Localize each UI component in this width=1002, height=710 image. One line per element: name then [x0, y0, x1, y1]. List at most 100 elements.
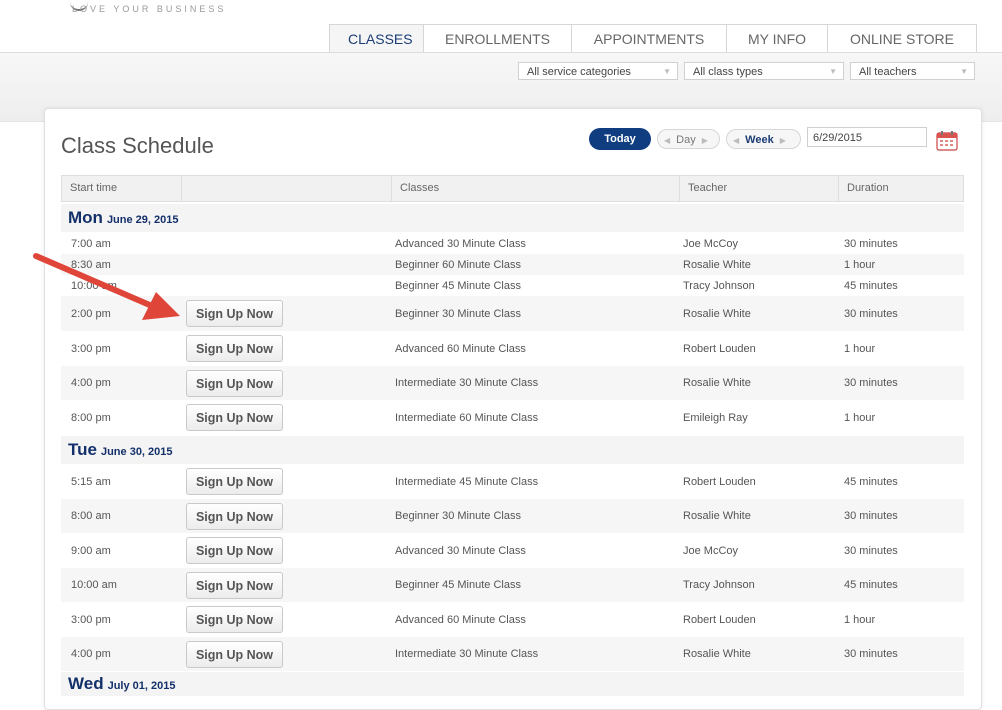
- row-time: 8:00 pm: [71, 411, 111, 424]
- row-class: Beginner 30 Minute Class: [395, 510, 521, 522]
- tab-appointments[interactable]: APPOINTMENTS: [571, 24, 727, 52]
- row-duration: 1 hour: [844, 411, 876, 424]
- column-classes: Classes: [392, 176, 680, 201]
- annotation-arrow-icon: [33, 253, 180, 320]
- row-duration: 1 hour: [844, 258, 876, 271]
- row-time: 3:00 pm: [71, 613, 111, 626]
- chevron-down-icon: ▼: [960, 67, 968, 76]
- row-duration: 1 hour: [844, 613, 876, 626]
- week-view-button[interactable]: ◀ Week ▶: [726, 129, 801, 149]
- chevron-right-icon: ▶: [701, 136, 708, 145]
- row-teacher: Tracy Johnson: [683, 279, 755, 292]
- tab-classes[interactable]: CLASSES: [329, 24, 424, 52]
- table-row: 8:30 am Beginner 60 Minute Class Rosalie…: [61, 254, 964, 275]
- table-row: 9:00 am Sign Up Now Advanced 30 Minute C…: [61, 533, 964, 568]
- row-class: Beginner 45 Minute Class: [395, 579, 521, 591]
- sign-up-button[interactable]: Sign Up Now: [186, 572, 283, 599]
- row-time: 9:00 am: [71, 544, 111, 557]
- service-category-value: All service categories: [527, 66, 631, 78]
- row-duration: 45 minutes: [844, 579, 898, 591]
- row-duration: 30 minutes: [844, 237, 898, 250]
- sign-up-button[interactable]: Sign Up Now: [186, 404, 283, 431]
- day-view-button[interactable]: ◀ Day ▶: [657, 129, 720, 149]
- row-teacher: Robert Louden: [683, 342, 756, 355]
- service-category-select[interactable]: All service categories ▼: [518, 62, 678, 80]
- tab-my-info[interactable]: MY INFO: [726, 24, 828, 52]
- row-teacher: Emileigh Ray: [683, 411, 748, 424]
- day-view-label: Day: [676, 134, 696, 146]
- table-row: 4:00 pm Sign Up Now Intermediate 30 Minu…: [61, 637, 964, 671]
- day-header-mon: Mon June 29, 2015: [61, 204, 964, 232]
- row-time: 8:00 am: [71, 510, 111, 522]
- teacher-value: All teachers: [859, 66, 917, 78]
- column-start-time: Start time: [62, 176, 182, 201]
- row-teacher: Rosalie White: [683, 377, 751, 389]
- today-button[interactable]: Today: [589, 128, 651, 150]
- day-name: Mon: [68, 208, 103, 227]
- tab-enrollments[interactable]: ENROLLMENTS: [423, 24, 572, 52]
- row-class: Intermediate 30 Minute Class: [395, 377, 539, 389]
- row-teacher: Robert Louden: [683, 613, 756, 626]
- row-duration: 45 minutes: [844, 279, 898, 292]
- sign-up-button[interactable]: Sign Up Now: [186, 370, 283, 397]
- day-name: Tue: [68, 440, 97, 459]
- sign-up-button[interactable]: Sign Up Now: [186, 300, 283, 327]
- chevron-right-icon: ▶: [779, 136, 786, 145]
- row-time: 5:15 am: [71, 475, 111, 488]
- table-row: 3:00 pm Sign Up Now Advanced 60 Minute C…: [61, 602, 964, 637]
- sign-up-button[interactable]: Sign Up Now: [186, 537, 283, 564]
- row-class: Intermediate 45 Minute Class: [395, 475, 539, 488]
- sign-up-button[interactable]: Sign Up Now: [186, 641, 283, 668]
- row-teacher: Joe McCoy: [683, 237, 739, 250]
- sign-up-button[interactable]: Sign Up Now: [186, 606, 283, 633]
- sign-up-button[interactable]: Sign Up Now: [186, 468, 283, 495]
- row-teacher: Rosalie White: [683, 307, 751, 320]
- row-duration: 30 minutes: [844, 648, 898, 660]
- row-class: Advanced 30 Minute Class: [395, 237, 526, 250]
- row-teacher: Rosalie White: [683, 510, 751, 522]
- main-nav-tabs: CLASSES ENROLLMENTS APPOINTMENTS MY INFO…: [329, 24, 977, 52]
- table-row: 4:00 pm Sign Up Now Intermediate 30 Minu…: [61, 366, 964, 400]
- row-class: Beginner 45 Minute Class: [395, 279, 521, 292]
- row-teacher: Tracy Johnson: [683, 579, 755, 591]
- teacher-select[interactable]: All teachers ▼: [850, 62, 975, 80]
- row-class: Beginner 30 Minute Class: [395, 307, 521, 320]
- table-row: 8:00 pm Sign Up Now Intermediate 60 Minu…: [61, 400, 964, 435]
- row-time: 4:00 pm: [71, 648, 111, 660]
- sign-up-button[interactable]: Sign Up Now: [186, 503, 283, 530]
- table-row: 7:00 am Advanced 30 Minute Class Joe McC…: [61, 233, 964, 254]
- day-date: July 01, 2015: [107, 680, 176, 692]
- day-date: June 30, 2015: [100, 446, 173, 458]
- sign-up-button[interactable]: Sign Up Now: [186, 335, 283, 362]
- row-duration: 30 minutes: [844, 510, 898, 522]
- table-row: 5:15 am Sign Up Now Intermediate 45 Minu…: [61, 464, 964, 499]
- row-class: Beginner 60 Minute Class: [395, 258, 521, 271]
- table-row: 2:00 pm Sign Up Now Beginner 30 Minute C…: [61, 296, 964, 331]
- tab-online-store[interactable]: ONLINE STORE: [827, 24, 977, 52]
- page-title: Class Schedule: [61, 133, 214, 158]
- row-teacher: Rosalie White: [683, 648, 751, 660]
- day-name: Wed: [68, 674, 104, 693]
- column-duration: Duration: [847, 182, 889, 194]
- row-teacher: Joe McCoy: [683, 544, 739, 557]
- column-signup: [182, 176, 392, 201]
- class-type-select[interactable]: All class types ▼: [684, 62, 844, 80]
- row-teacher: Rosalie White: [683, 258, 751, 271]
- chevron-down-icon: ▼: [829, 67, 837, 76]
- table-row: 3:00 pm Sign Up Now Advanced 60 Minute C…: [61, 331, 964, 366]
- date-field[interactable]: 6/29/2015: [807, 127, 927, 147]
- column-teacher: Teacher: [680, 176, 839, 201]
- row-class: Intermediate 30 Minute Class: [395, 648, 539, 660]
- row-time: 10:00 am: [71, 579, 117, 591]
- table-row: 10:00 am Beginner 45 Minute Class Tracy …: [61, 275, 964, 296]
- row-class: Advanced 30 Minute Class: [395, 544, 526, 557]
- class-type-value: All class types: [693, 66, 763, 78]
- row-class: Intermediate 60 Minute Class: [395, 411, 539, 424]
- row-time: 3:00 pm: [71, 342, 111, 355]
- table-row: 10:00 am Sign Up Now Beginner 45 Minute …: [61, 568, 964, 602]
- schedule-table-header: Start time Classes Teacher Duration: [61, 175, 964, 202]
- calendar-icon[interactable]: [936, 131, 958, 151]
- day-date: June 29, 2015: [106, 214, 179, 226]
- chevron-left-icon: ◀: [733, 136, 740, 145]
- row-duration: 30 minutes: [844, 544, 898, 557]
